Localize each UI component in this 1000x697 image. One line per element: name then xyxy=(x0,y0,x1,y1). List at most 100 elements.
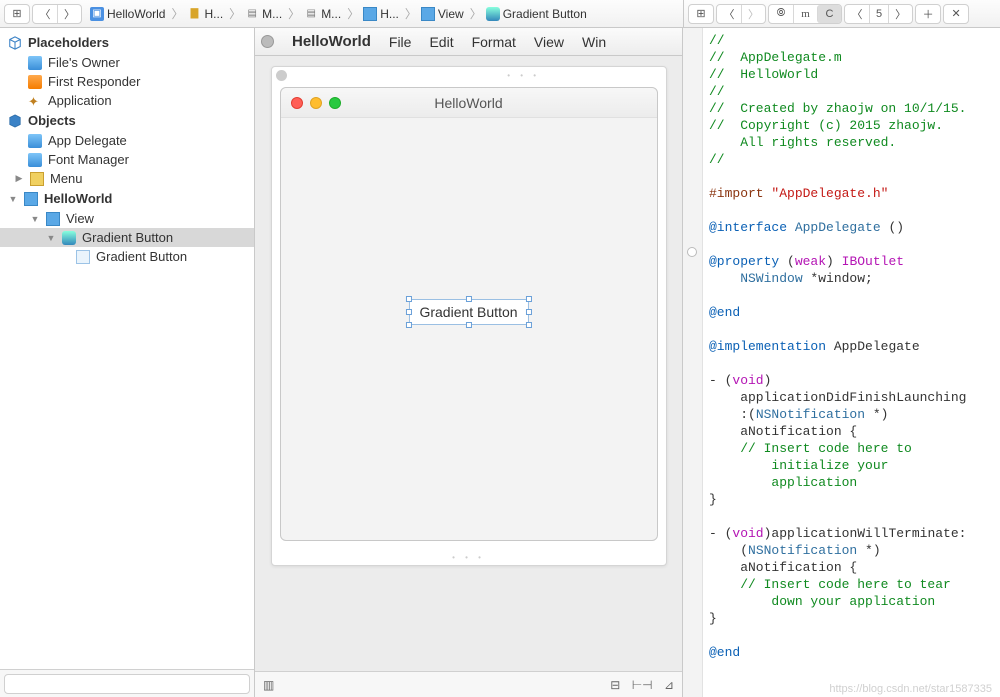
disclosure-icon[interactable]: ▼ xyxy=(30,214,40,224)
crumb-0[interactable]: ▣HelloWorld〉 xyxy=(88,5,185,22)
gradient-button-icon xyxy=(486,7,500,21)
cube-icon xyxy=(8,36,22,50)
view-icon xyxy=(363,7,377,21)
disclosure-icon[interactable]: ▼ xyxy=(46,233,56,243)
crumb-4[interactable]: H...〉 xyxy=(361,5,419,22)
document-outline: Placeholders File's Owner First Responde… xyxy=(0,28,255,697)
traffic-close-icon[interactable] xyxy=(291,97,303,109)
counterparts-icon[interactable]: ⦾ xyxy=(769,5,793,23)
window-close-icon[interactable] xyxy=(276,70,287,81)
resize-handle[interactable] xyxy=(405,309,411,315)
assistant-grid[interactable]: ⊞ xyxy=(688,4,714,24)
disclosure-icon[interactable]: ▼ xyxy=(8,194,18,204)
forward-button[interactable]: 〉 xyxy=(57,5,81,23)
window-title: HelloWorld xyxy=(341,95,597,111)
resize-handle[interactable] xyxy=(405,322,411,328)
assistant-nav[interactable]: 〈 〉 xyxy=(716,4,766,24)
crumb-6[interactable]: Gradient Button xyxy=(484,7,589,21)
traffic-zoom-icon[interactable] xyxy=(329,97,341,109)
gutter[interactable] xyxy=(683,28,703,697)
align-icon[interactable]: ⊟ xyxy=(610,678,620,692)
step-count: 5 xyxy=(869,5,888,23)
project-icon: ▣ xyxy=(90,7,104,21)
c-file-icon[interactable]: C xyxy=(817,5,841,23)
ib-menu-file[interactable]: File xyxy=(389,34,412,50)
resize-handle[interactable] xyxy=(466,322,472,328)
back-button[interactable]: 〈 xyxy=(33,5,57,23)
crumb-2[interactable]: ▤M...〉 xyxy=(243,5,302,22)
crumb-5[interactable]: View〉 xyxy=(419,5,484,22)
font-manager[interactable]: Font Manager xyxy=(0,150,254,169)
view-item[interactable]: ▼View xyxy=(0,209,254,228)
disclosure-icon[interactable]: ▶ xyxy=(14,173,24,184)
objects-section[interactable]: Objects xyxy=(0,110,254,131)
toggle-outline-icon[interactable]: ▥ xyxy=(263,678,274,692)
step-prev[interactable]: 〈 xyxy=(845,5,869,23)
m-file-icon[interactable]: m xyxy=(793,5,817,23)
assistant-forward[interactable]: 〉 xyxy=(741,5,765,23)
crumb-1[interactable]: ▇H...〉 xyxy=(185,5,243,22)
add-button[interactable]: ＋ xyxy=(916,5,940,23)
window-icon xyxy=(24,192,38,206)
assistant-close[interactable]: ✕ xyxy=(943,4,969,24)
outline-filter-input[interactable] xyxy=(4,674,250,694)
window-section[interactable]: ▼ HelloWorld xyxy=(0,188,254,209)
cube-icon xyxy=(28,56,42,70)
menu-item[interactable]: ▶Menu xyxy=(0,169,254,188)
assistant-jump[interactable]: ⦾ m C xyxy=(768,4,842,24)
files-owner[interactable]: File's Owner xyxy=(0,53,254,72)
menu-icon xyxy=(30,172,44,186)
ib-menu-edit[interactable]: Edit xyxy=(429,34,453,50)
design-window[interactable]: HelloWorld Gradient Button xyxy=(280,87,658,541)
ib-app-title[interactable]: HelloWorld xyxy=(292,33,371,50)
button-label: Gradient Button xyxy=(419,304,517,320)
grid-icon[interactable]: ⊞ xyxy=(5,5,29,23)
cube-icon xyxy=(8,114,22,128)
gradient-button-icon xyxy=(62,231,76,245)
file-icon: ▤ xyxy=(245,7,259,21)
ib-menu-window[interactable]: Win xyxy=(582,34,606,50)
interface-builder: HelloWorld File Edit Format View Win • •… xyxy=(255,28,683,697)
resize-handle[interactable] xyxy=(526,322,532,328)
assistant-stepper[interactable]: 〈 5 〉 xyxy=(844,4,913,24)
panel-toggle[interactable]: ⊞ xyxy=(4,4,30,24)
cube-icon xyxy=(28,153,42,167)
window-titlebar[interactable]: HelloWorld xyxy=(281,88,657,118)
first-responder[interactable]: First Responder xyxy=(0,72,254,91)
traffic-minimize-icon[interactable] xyxy=(310,97,322,109)
connection-indicator-icon[interactable] xyxy=(687,247,697,257)
app-delegate[interactable]: App Delegate xyxy=(0,131,254,150)
gradient-button-group[interactable]: ▼Gradient Button xyxy=(0,228,254,247)
placeholders-section[interactable]: Placeholders xyxy=(0,32,254,53)
application-item[interactable]: ✦Application xyxy=(0,91,254,110)
resize-handle[interactable] xyxy=(526,309,532,315)
resize-handle[interactable] xyxy=(466,296,472,302)
assistant-editor: // // AppDelegate.m // HelloWorld // // … xyxy=(683,28,1000,697)
ib-menu-view[interactable]: View xyxy=(534,34,564,50)
cube-icon xyxy=(28,134,42,148)
ib-menu-format[interactable]: Format xyxy=(472,34,516,50)
breadcrumb[interactable]: ▣HelloWorld〉 ▇H...〉 ▤M...〉 ▤M...〉 H...〉 … xyxy=(88,5,679,22)
window-content-view[interactable]: Gradient Button xyxy=(281,118,657,540)
close-button[interactable]: ✕ xyxy=(944,5,968,23)
nav-seg[interactable]: 〈 〉 xyxy=(32,4,82,24)
crumb-3[interactable]: ▤M...〉 xyxy=(302,5,361,22)
ib-menu-bar: HelloWorld File Edit Format View Win xyxy=(255,28,682,56)
source-code[interactable]: // // AppDelegate.m // HelloWorld // // … xyxy=(703,28,1000,697)
grid-icon[interactable]: ⊞ xyxy=(689,5,713,23)
application-icon: ✦ xyxy=(28,94,42,108)
assistant-back[interactable]: 〈 xyxy=(717,5,741,23)
resize-handle[interactable] xyxy=(526,296,532,302)
view-icon xyxy=(421,7,435,21)
resize-handle[interactable] xyxy=(405,296,411,302)
resolve-icon[interactable]: ⊿ xyxy=(664,678,674,692)
step-next[interactable]: 〉 xyxy=(888,5,912,23)
selected-gradient-button[interactable]: Gradient Button xyxy=(408,299,528,325)
button-cell-icon xyxy=(76,250,90,264)
menubar-close-icon[interactable] xyxy=(261,35,274,48)
file-icon: ▤ xyxy=(304,7,318,21)
assistant-add[interactable]: ＋ xyxy=(915,4,941,24)
folder-icon: ▇ xyxy=(187,7,201,21)
gradient-button-cell[interactable]: Gradient Button xyxy=(0,247,254,266)
pin-icon[interactable]: ⊢⊣ xyxy=(632,678,653,692)
